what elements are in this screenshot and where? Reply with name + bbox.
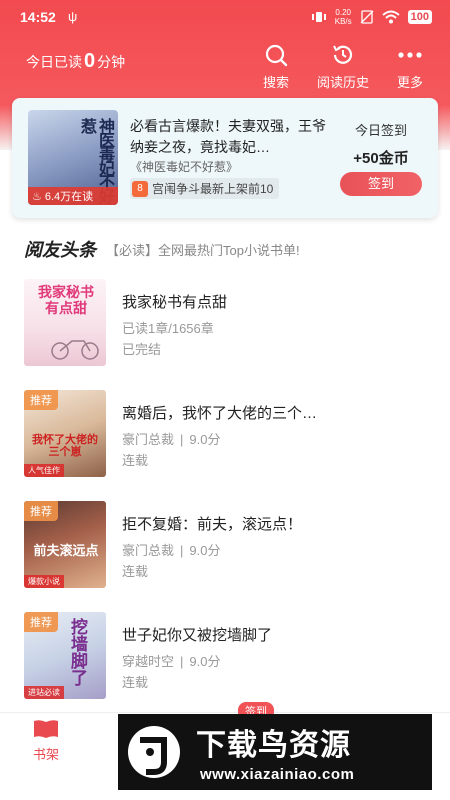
cover-title: 我怀了大佬的三个崽 — [32, 433, 98, 458]
usb-icon: ψ — [68, 9, 78, 24]
cover-tag: 人气佳作 — [24, 464, 64, 477]
sign-info: 今日签到 +50金币 — [340, 120, 422, 168]
more-icon — [398, 52, 422, 58]
book-item[interactable]: 我家秘书有点甜 我家秘书有点甜 已读1章/1656章 已完结 — [24, 279, 424, 369]
book-cover[interactable]: 我怀了大佬的三个崽 推荐 人气佳作 — [24, 390, 106, 477]
sim-off-icon — [360, 10, 374, 24]
battery-indicator: 100 — [407, 10, 432, 24]
recommend-badge: 推荐 — [24, 501, 58, 521]
bicycle-icon — [51, 340, 99, 360]
history-icon — [333, 45, 353, 64]
flame-icon: ♨ — [32, 190, 42, 203]
book-cover[interactable]: 我家秘书有点甜 — [24, 279, 106, 366]
cover-tag: 进站必读 — [24, 686, 64, 699]
headline-logo: 阅友头条 — [24, 240, 96, 261]
today-read-time: 今日已读 0 分钟 — [26, 50, 126, 72]
status-bar: 14:52 ψ 0.20 KB/s 100 — [0, 6, 450, 30]
book-title: 世子妃你又被挖墙脚了 — [122, 627, 273, 644]
watermark-url: www.xiazainiao.com — [200, 766, 355, 783]
book-status: 已完结 — [122, 342, 162, 357]
book-title: 离婚后，我怀了大佬的三个… — [122, 405, 318, 422]
watermark-title: 下载鸟资源 — [196, 729, 351, 762]
daily-sign-card: 神医毒妃不好惹 ♨ 6.4万在读 必看古言爆款！夫妻双强，王爷纳妾之夜，竟找毒妃… — [12, 98, 438, 218]
book-title: 拒不复婚：前夫，滚远点！ — [122, 516, 303, 533]
bird-logo-icon — [128, 726, 180, 778]
more-button[interactable]: 更多 — [375, 42, 445, 91]
cover-tag: 爆款小说 — [24, 575, 64, 588]
recommend-badge: 推荐 — [24, 612, 58, 632]
net-speed: 0.20 KB/s — [334, 8, 352, 26]
book-item[interactable]: 我怀了大佬的三个崽 推荐 人气佳作 离婚后，我怀了大佬的三个… 豪门总裁 | 9.0… — [24, 390, 424, 480]
featured-book-description[interactable]: 必看古言爆款！夫妻双强，王爷纳妾之夜，竟找毒妃… — [130, 116, 330, 158]
book-cover[interactable]: 前夫滚远点 推荐 爆款小说 — [24, 501, 106, 588]
book-item[interactable]: 前夫滚远点 推荐 爆款小说 拒不复婚：前夫，滚远点！ 豪门总裁 | 9.0分 连载 — [24, 501, 424, 591]
tab-bookshelf[interactable]: 书架 — [26, 719, 66, 763]
sign-in-button[interactable]: 签到 — [340, 172, 422, 196]
book-meta: 已读1章/1656章 — [122, 321, 214, 336]
recommend-badge: 推荐 — [24, 390, 58, 410]
status-right: 0.20 KB/s 100 — [311, 8, 432, 26]
readers-badge: ♨ 6.4万在读 — [28, 187, 118, 205]
sign-today-label: 今日签到 — [354, 123, 407, 138]
search-icon — [265, 44, 288, 67]
vibrate-icon — [311, 12, 326, 22]
book-icon — [34, 720, 58, 738]
book-status: 连载 — [122, 564, 149, 579]
featured-book-name[interactable]: 《神医毒妃不好惹》 — [130, 158, 238, 175]
book-cover[interactable]: 挖墙脚了 推荐 进站必读 — [24, 612, 106, 699]
watermark-banner: 下载鸟资源 www.xiazainiao.com — [118, 714, 432, 790]
cover-title: 我家秘书有点甜 — [38, 285, 94, 317]
wifi-icon — [381, 10, 400, 24]
headline-bar[interactable]: 阅友头条 【必读】全网最热门Top小说书单! — [24, 236, 300, 262]
cover-title: 前夫滚远点 — [33, 544, 99, 559]
search-button[interactable]: 搜索 — [241, 42, 311, 91]
book-title: 我家秘书有点甜 — [122, 294, 228, 311]
featured-book-cover[interactable]: 神医毒妃不好惹 ♨ 6.4万在读 — [28, 110, 118, 205]
ranking-icon: 8 — [132, 180, 148, 197]
headline-text: 【必读】全网最热门Top小说书单! — [106, 242, 300, 258]
cover-title: 挖墙脚了 — [67, 618, 87, 686]
book-meta: 豪门总裁 | 9.0分 — [122, 543, 221, 558]
ranking-tag[interactable]: 8 宫闱争斗最新上架前10 — [130, 178, 280, 199]
book-meta: 穿越时空 | 9.0分 — [122, 654, 221, 669]
book-item[interactable]: 挖墙脚了 推荐 进站必读 世子妃你又被挖墙脚了 穿越时空 | 9.0分 连载 — [24, 612, 424, 702]
book-status: 连载 — [122, 675, 149, 690]
reading-history-button[interactable]: 阅读历史 — [308, 42, 378, 91]
book-meta: 豪门总裁 | 9.0分 — [122, 432, 221, 447]
sign-reward: +50金币 — [353, 150, 409, 167]
book-status: 连载 — [122, 453, 149, 468]
status-time: 14:52 — [20, 9, 56, 25]
